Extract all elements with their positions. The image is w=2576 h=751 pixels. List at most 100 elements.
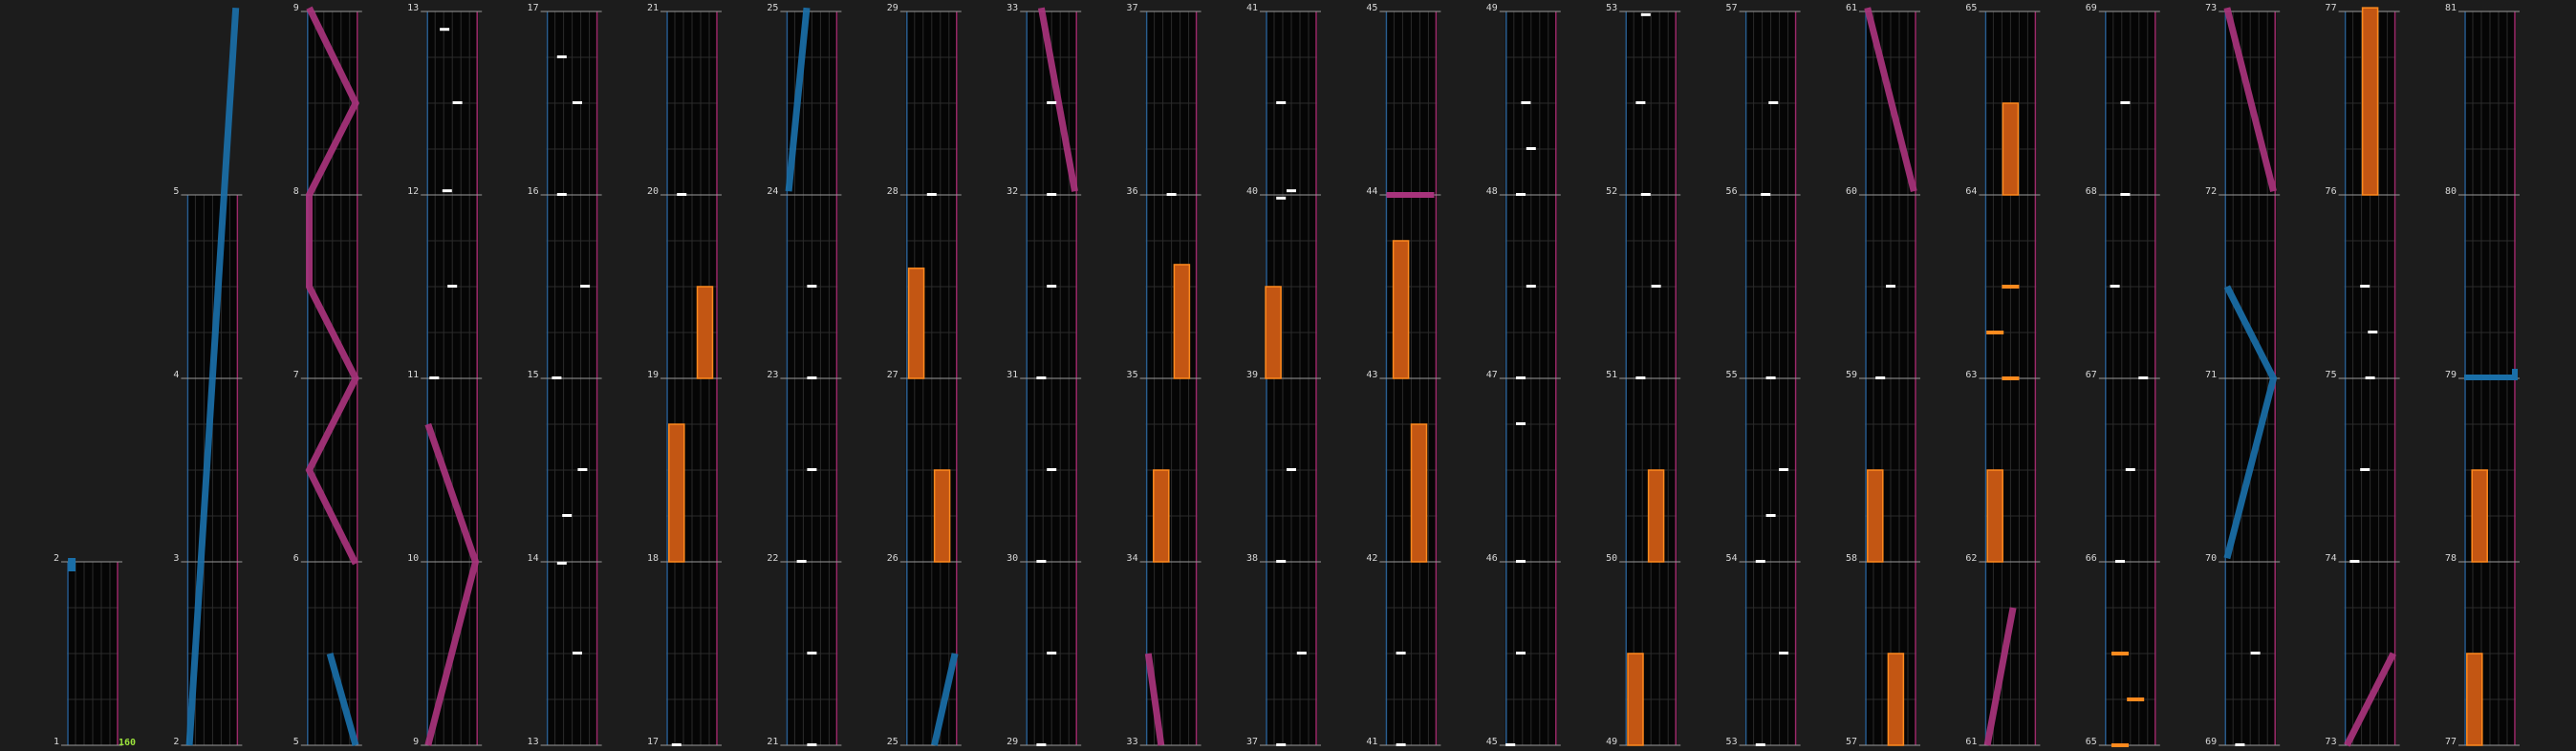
tap-note xyxy=(1779,652,1789,654)
measure-number: 60 xyxy=(1846,186,1857,197)
measure-number: 70 xyxy=(2205,553,2217,564)
measure-number: 55 xyxy=(1726,370,1738,380)
tap-note xyxy=(1276,560,1287,563)
tap-note xyxy=(2110,285,2120,288)
hold-note xyxy=(1410,423,1428,563)
measure-number: 52 xyxy=(1606,186,1617,197)
measure-number: 78 xyxy=(2445,553,2457,564)
measure-number: 29 xyxy=(1007,737,1018,747)
tap-note xyxy=(440,28,450,32)
measure-number: 14 xyxy=(528,553,539,564)
measure-number: 16 xyxy=(528,186,539,197)
measure-number: 6 xyxy=(293,553,299,564)
measure-number: 64 xyxy=(1965,186,1977,197)
lane-column-10 xyxy=(1139,11,1201,746)
tap-note xyxy=(2349,560,2360,563)
tap-note xyxy=(2138,376,2149,379)
hold-note xyxy=(1392,240,1410,379)
tap-note xyxy=(1287,468,1296,471)
measure-number: 77 xyxy=(2326,3,2337,13)
measure-number: 2 xyxy=(54,553,59,564)
measure-number: 35 xyxy=(1127,370,1138,380)
measure-number: 69 xyxy=(2086,3,2097,13)
measure-number: 81 xyxy=(2445,3,2457,13)
measure-number: 41 xyxy=(1246,3,1258,13)
measure-number: 39 xyxy=(1246,370,1258,380)
hold-note xyxy=(1173,264,1191,379)
measure-number: 25 xyxy=(767,3,778,13)
hold-note xyxy=(1153,469,1170,563)
measure-number: 53 xyxy=(1606,3,1617,13)
lane-column-18 xyxy=(2098,11,2160,746)
measure-number: 46 xyxy=(1486,553,1498,564)
tap-note xyxy=(1396,743,1406,746)
tap-note xyxy=(1276,743,1287,746)
hold-note xyxy=(907,268,925,379)
measure-number: 49 xyxy=(1606,737,1617,747)
tap-note xyxy=(1886,285,1895,288)
flick-note xyxy=(2002,376,2020,380)
tap-note xyxy=(807,376,817,379)
lane-column-12 xyxy=(1379,11,1441,746)
measure-number: 2 xyxy=(173,737,179,747)
measure-number: 75 xyxy=(2326,370,2337,380)
tap-note xyxy=(580,285,591,288)
tap-note xyxy=(1287,189,1296,193)
tap-note xyxy=(2360,468,2370,471)
hold-note xyxy=(668,423,685,563)
measure-number: 72 xyxy=(2205,186,2217,197)
measure-number: 13 xyxy=(407,3,419,13)
tap-note xyxy=(807,468,817,471)
measure-number: 9 xyxy=(413,737,419,747)
hold-note xyxy=(2361,7,2379,196)
tap-note xyxy=(452,101,463,104)
measure-number: 38 xyxy=(1246,553,1258,564)
tap-note xyxy=(1521,101,1531,104)
measure-number: 17 xyxy=(528,3,539,13)
flick-note xyxy=(2127,697,2145,701)
lane-column-9 xyxy=(1020,11,1082,746)
measure-number: 21 xyxy=(647,3,659,13)
measure-number: 77 xyxy=(2445,737,2457,747)
measure-number: 43 xyxy=(1366,370,1377,380)
tap-note xyxy=(1755,743,1765,746)
tap-note xyxy=(1047,652,1057,654)
measure-number: 67 xyxy=(2086,370,2097,380)
tap-note xyxy=(573,101,582,104)
tap-note xyxy=(1036,376,1047,379)
tap-note xyxy=(807,652,817,654)
measure-number: 24 xyxy=(767,186,778,197)
measure-number: 19 xyxy=(647,370,659,380)
measure-number: 73 xyxy=(2326,737,2337,747)
tap-note xyxy=(926,193,937,196)
tap-note xyxy=(1640,12,1651,16)
measure-number: 33 xyxy=(1007,3,1018,13)
tap-note xyxy=(552,376,562,379)
measure-number: 21 xyxy=(767,737,778,747)
measure-number: 45 xyxy=(1486,737,1498,747)
measure-number: 76 xyxy=(2326,186,2337,197)
measure-number: 71 xyxy=(2205,370,2217,380)
measure-number: 3 xyxy=(173,553,179,564)
tap-note xyxy=(1779,468,1789,471)
measure-number: 26 xyxy=(887,553,898,564)
measure-number: 12 xyxy=(407,186,419,197)
measure-number: 20 xyxy=(647,186,659,197)
tap-note xyxy=(807,285,817,288)
tap-note xyxy=(1768,101,1779,104)
hold-note xyxy=(1867,469,1884,563)
measure-number: 23 xyxy=(767,370,778,380)
measure-number: 4 xyxy=(173,370,179,380)
measure-number: 80 xyxy=(2445,186,2457,197)
tap-note xyxy=(1166,193,1177,196)
measure-number: 33 xyxy=(1127,737,1138,747)
measure-number: 9 xyxy=(293,3,299,13)
measure-number: 65 xyxy=(1965,3,1977,13)
measure-number: 1 xyxy=(54,737,59,747)
slide-horizontal xyxy=(2464,375,2516,380)
measure-number: 30 xyxy=(1007,553,1018,564)
measure-number: 61 xyxy=(1965,737,1977,747)
measure-number: 37 xyxy=(1246,737,1258,747)
measure-number: 62 xyxy=(1965,553,1977,564)
tap-note xyxy=(573,652,582,654)
